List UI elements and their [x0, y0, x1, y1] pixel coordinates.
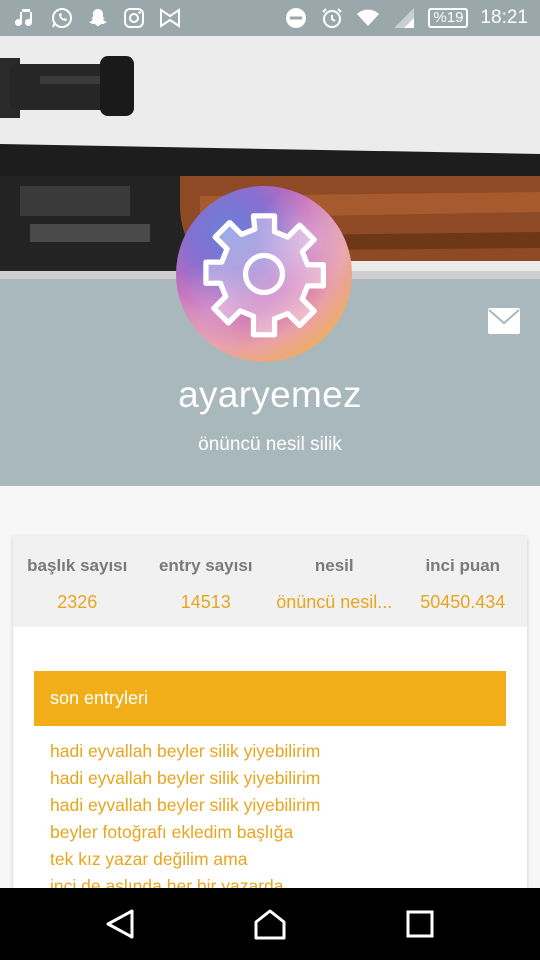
stat-value[interactable]: 50450.434 — [399, 592, 528, 613]
wifi-icon — [357, 9, 380, 26]
entry-link[interactable]: hadi eyvallah beyler silik yiyebilirim — [50, 765, 506, 792]
entry-link[interactable]: hadi eyvallah beyler silik yiyebilirim — [50, 738, 506, 765]
stats-row: başlık sayısı 2326 entry sayısı 14513 ne… — [13, 536, 527, 627]
stat-label: başlık sayısı — [27, 556, 128, 575]
stat-label: inci puan — [425, 556, 501, 575]
user-title: önüncü nesil silik — [198, 434, 342, 455]
signal-icon — [394, 8, 415, 28]
recents-icon[interactable] — [402, 908, 438, 940]
battery-indicator: %19 — [428, 8, 469, 28]
snapchat-icon — [89, 9, 107, 26]
entry-link[interactable]: beyler fotoğrafı ekledim başlığa — [50, 819, 506, 846]
clock: 18:21 — [480, 7, 528, 28]
stat-nesil: nesil önüncü nesil... — [270, 536, 399, 627]
alarm-icon — [322, 8, 343, 28]
profile-card: başlık sayısı 2326 entry sayısı 14513 ne… — [13, 536, 527, 896]
entry-list: hadi eyvallah beyler silik yiyebilirim h… — [34, 726, 506, 900]
instagram-icon — [124, 8, 144, 28]
entry-link[interactable]: hadi eyvallah beyler silik yiyebilirim — [50, 792, 506, 819]
username: ayaryemez — [178, 374, 362, 415]
stat-baslik: başlık sayısı 2326 — [13, 536, 142, 627]
stat-inci: inci puan 50450.434 — [399, 536, 528, 627]
navigation-bar — [0, 888, 540, 960]
stat-value[interactable]: 2326 — [13, 592, 142, 613]
bowtie-icon — [160, 8, 180, 28]
gear-icon — [203, 213, 327, 338]
avatar[interactable] — [176, 186, 352, 362]
music-icon — [15, 9, 32, 26]
whatsapp-icon — [52, 8, 72, 28]
stat-label: entry sayısı — [158, 556, 253, 575]
do-not-disturb-icon — [286, 8, 307, 28]
stat-value[interactable]: önüncü nesil... — [270, 592, 399, 613]
status-bar: %19 18:21 — [0, 0, 540, 36]
stat-value[interactable]: 14513 — [142, 592, 271, 613]
mail-icon[interactable] — [488, 308, 520, 334]
entry-link[interactable]: tek kız yazar değilim ama — [50, 846, 506, 873]
stat-entry: entry sayısı 14513 — [142, 536, 271, 627]
stat-label: nesil — [314, 556, 354, 575]
back-icon[interactable] — [102, 908, 138, 940]
recent-entries-section: son entryleri hadi eyvallah beyler silik… — [34, 671, 506, 900]
section-header: son entryleri — [34, 671, 506, 726]
home-icon[interactable] — [252, 908, 288, 940]
